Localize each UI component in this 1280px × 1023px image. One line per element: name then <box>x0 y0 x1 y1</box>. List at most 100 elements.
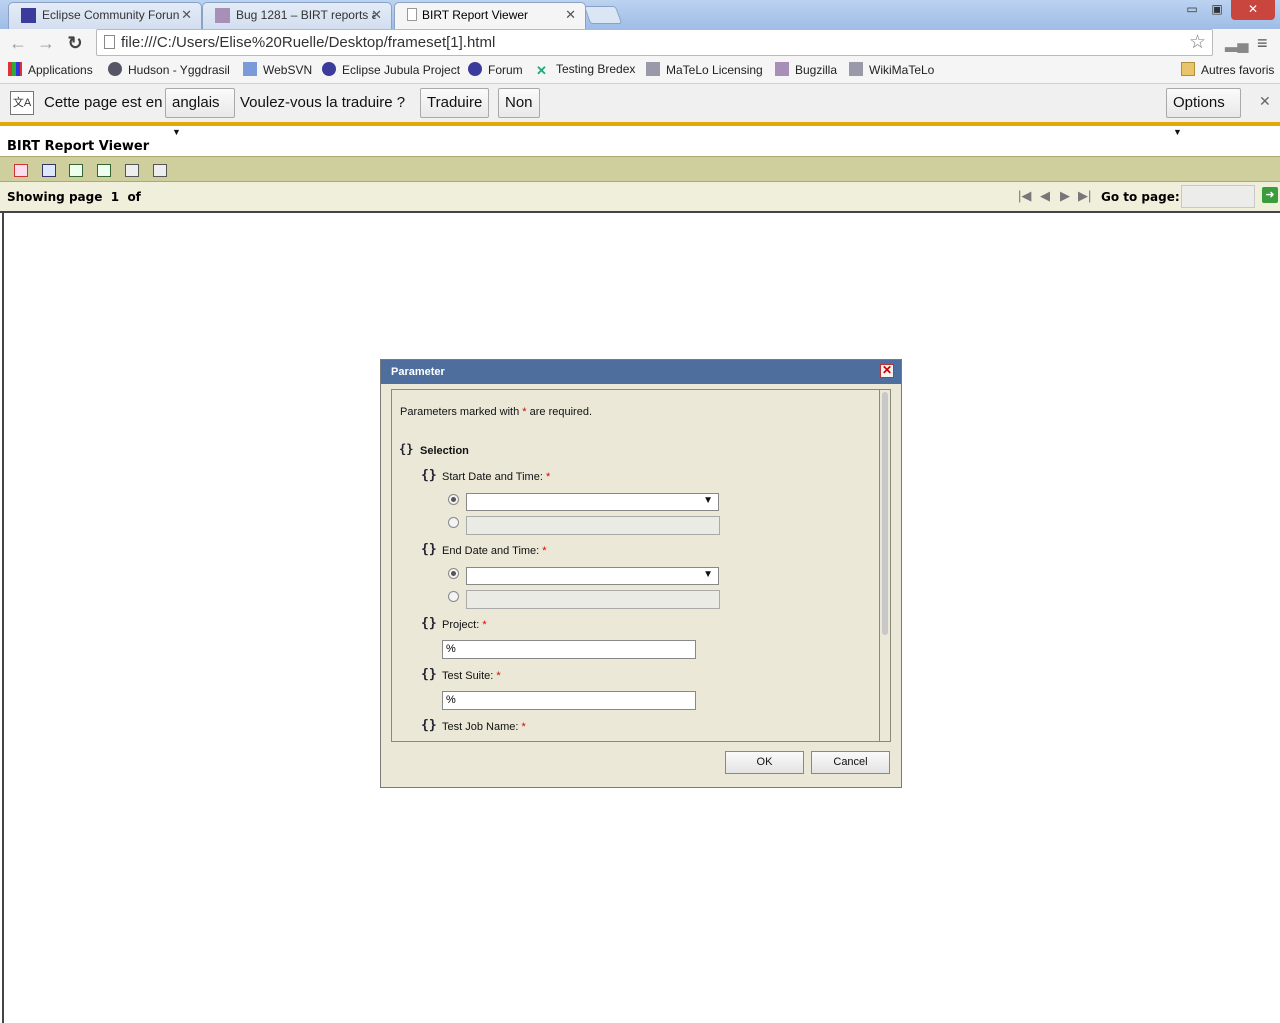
bookmark-label: Forum <box>488 63 523 77</box>
language-select[interactable]: anglais ▼ <box>165 88 235 137</box>
eclipse-icon <box>468 62 482 76</box>
close-icon[interactable]: ✕ <box>880 364 894 378</box>
param-label: Project: <box>442 619 480 631</box>
end-date-select[interactable]: ▼ <box>466 567 719 585</box>
bookmark-applications[interactable]: Applications <box>8 62 93 77</box>
parameter-icon[interactable] <box>42 164 56 177</box>
end-text-radio[interactable] <box>448 591 459 602</box>
translate-icon: 文A <box>10 91 34 115</box>
param-label: End Date and Time: <box>442 545 540 557</box>
reload-icon[interactable]: ↻ <box>65 33 85 53</box>
tab-bug-1281[interactable]: Bug 1281 – BIRT reports ar ✕ <box>202 2 392 29</box>
signal-bars-icon[interactable]: ▂▄ <box>1225 33 1249 53</box>
no-translate-button[interactable]: Non <box>498 88 540 118</box>
eclipse-icon <box>21 8 36 23</box>
translate-prefix: Cette page est en <box>44 94 163 111</box>
maximize-icon: ▣ <box>1211 2 1223 16</box>
tab-eclipse-forum[interactable]: Eclipse Community Forun ✕ <box>8 2 202 29</box>
language-value: anglais <box>172 94 220 111</box>
first-page-icon[interactable]: |◀ <box>1018 188 1031 204</box>
close-tab-icon[interactable]: ✕ <box>565 7 576 23</box>
maximize-button[interactable]: ▣ <box>1205 0 1229 20</box>
page-icon <box>646 62 660 76</box>
bookmark-hudson[interactable]: Hudson - Yggdrasil <box>108 62 230 77</box>
bookmark-label: Hudson - Yggdrasil <box>128 63 230 77</box>
bookmark-other[interactable]: Autres favoris <box>1181 62 1274 77</box>
cancel-button[interactable]: Cancel <box>811 751 890 774</box>
new-tab-button[interactable] <box>583 6 623 24</box>
end-date-label: End Date and Time: * <box>442 545 547 557</box>
bookmark-label: WikiMaTeLo <box>869 63 935 77</box>
required-note: Parameters marked with * are required. <box>400 406 592 418</box>
scrollbar-thumb[interactable] <box>882 392 888 635</box>
options-button[interactable]: Options ▼ <box>1166 88 1241 137</box>
required-note-prefix: Parameters marked with <box>400 406 520 418</box>
bookmark-websvn[interactable]: WebSVN <box>243 62 312 77</box>
dropdown-arrow-icon: ▼ <box>703 569 713 580</box>
close-icon[interactable]: ✕ <box>1259 93 1271 110</box>
start-date-text-input[interactable] <box>466 516 720 535</box>
required-note-suffix: are required. <box>529 406 592 418</box>
bredex-icon: ✕ <box>536 63 547 78</box>
showing-label: Showing page <box>7 190 103 204</box>
parameter-icon: {} <box>421 667 437 682</box>
dialog-scrollbar[interactable] <box>879 390 890 741</box>
start-select-radio[interactable] <box>448 494 459 505</box>
print-icon[interactable] <box>125 164 139 177</box>
hudson-icon <box>108 62 122 76</box>
end-date-text-input[interactable] <box>466 590 720 609</box>
project-input[interactable]: % <box>442 640 696 659</box>
back-arrow-icon[interactable]: ← <box>8 33 28 53</box>
bookmark-label: MaTeLo Licensing <box>666 63 763 77</box>
go-arrow-icon[interactable]: ➜ <box>1262 187 1278 203</box>
print-server-icon[interactable] <box>153 164 167 177</box>
next-page-icon[interactable]: ▶ <box>1060 188 1070 204</box>
export-data-icon[interactable] <box>69 164 83 177</box>
url-text[interactable]: file:///C:/Users/Elise%20Ruelle/Desktop/… <box>121 34 495 51</box>
bookmark-bugzilla[interactable]: Bugzilla <box>775 62 837 77</box>
bookmark-wikimatelo[interactable]: WikiMaTeLo <box>849 62 934 77</box>
export-report-icon[interactable] <box>97 164 111 177</box>
bookmark-label: Autres favoris <box>1201 63 1275 77</box>
close-icon: ✕ <box>1247 2 1259 16</box>
bookmark-label: Bugzilla <box>795 63 838 77</box>
translate-bar: 文A Cette page est en anglais ▼ Voulez-vo… <box>0 84 1280 137</box>
parameter-dialog: Parameter ✕ Parameters marked with * are… <box>380 359 902 788</box>
bookmark-label: Eclipse Jubula Project <box>342 63 461 77</box>
options-label: Options <box>1173 94 1225 111</box>
close-tab-icon[interactable]: ✕ <box>371 7 382 23</box>
start-date-select[interactable]: ▼ <box>466 493 719 511</box>
required-star: * <box>545 471 551 483</box>
previous-page-icon[interactable]: ◀ <box>1040 188 1050 204</box>
group-label: Selection <box>420 445 469 457</box>
tab-birt-report-viewer[interactable]: BIRT Report Viewer ✕ <box>394 2 586 29</box>
address-bar[interactable]: file:///C:/Users/Elise%20Ruelle/Desktop/… <box>96 29 1213 56</box>
bookmark-forum[interactable]: Forum <box>468 62 523 77</box>
forward-arrow-icon[interactable]: → <box>36 33 56 53</box>
test-suite-input[interactable]: % <box>442 691 696 710</box>
dialog-body: Parameters marked with * are required. {… <box>391 389 891 742</box>
group-icon: {} <box>399 442 414 456</box>
bookmark-label: Testing Bredex <box>556 62 636 76</box>
translate-button[interactable]: Traduire <box>420 88 490 118</box>
bookmark-matelo-licensing[interactable]: MaTeLo Licensing <box>646 62 763 77</box>
goto-page-label: Go to page: <box>1101 190 1180 204</box>
end-select-radio[interactable] <box>448 568 459 579</box>
bookmark-testing-bredex[interactable]: ✕ Testing Bredex <box>536 62 635 78</box>
last-page-icon[interactable]: ▶| <box>1078 188 1091 204</box>
minimize-button[interactable]: ▭ <box>1180 0 1204 20</box>
bookmark-eclipse-jubula[interactable]: Eclipse Jubula Project <box>322 62 460 77</box>
page-icon <box>849 62 863 76</box>
goto-page-input[interactable] <box>1181 185 1255 208</box>
parameter-icon: {} <box>421 718 437 733</box>
bookmark-star-icon[interactable]: ☆ <box>1189 31 1206 54</box>
close-window-button[interactable]: ✕ <box>1231 0 1275 20</box>
bookmarks-bar: Applications Hudson - Yggdrasil WebSVN E… <box>0 57 1280 84</box>
page-status: Showing page 1 of <box>7 190 141 204</box>
toc-icon[interactable] <box>14 164 28 177</box>
start-text-radio[interactable] <box>448 517 459 528</box>
ok-button[interactable]: OK <box>725 751 804 774</box>
menu-icon[interactable]: ≡ <box>1257 33 1268 54</box>
start-date-label: Start Date and Time: * <box>442 471 550 483</box>
close-tab-icon[interactable]: ✕ <box>181 7 192 23</box>
